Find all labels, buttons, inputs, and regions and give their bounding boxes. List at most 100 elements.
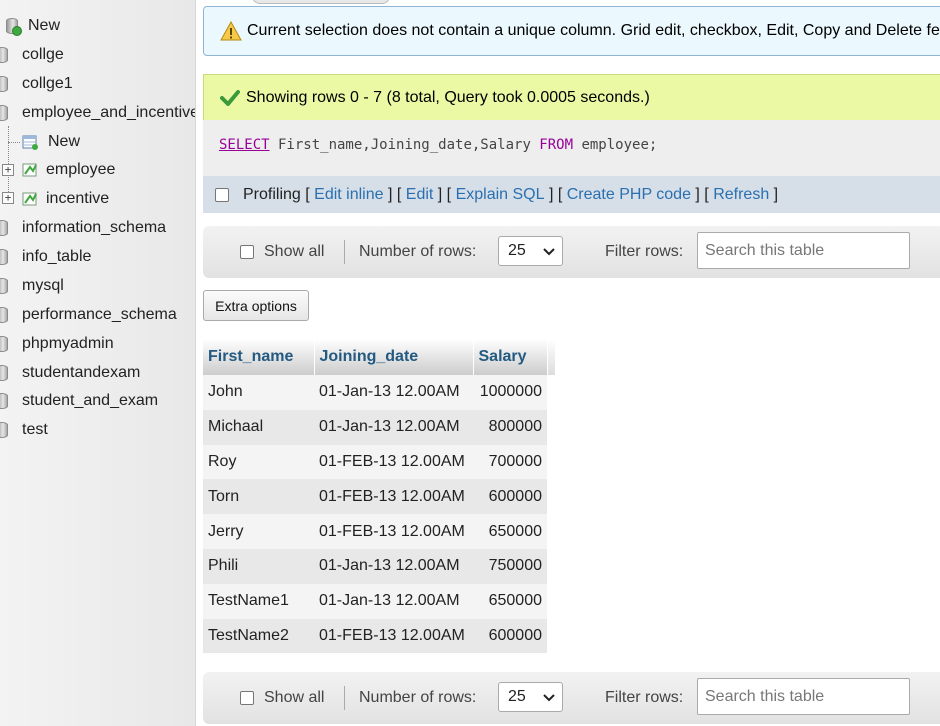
database-icon [0, 76, 8, 92]
show-all-checkbox[interactable] [240, 691, 254, 705]
table-row[interactable]: TestName2 01-FEB-13 12.00AM 600000 [203, 618, 555, 654]
header-end-cap [547, 339, 556, 375]
sidebar-item-db-test[interactable]: test [0, 417, 48, 443]
sidebar-item-db-performance-schema[interactable]: performance_schema [0, 302, 177, 328]
table-row[interactable]: Phili 01-Jan-13 12.00AM 750000 [203, 548, 555, 584]
sql-select-keyword-link[interactable]: SELECT [219, 137, 270, 153]
sidebar-item-new-table[interactable]: New [22, 129, 80, 155]
sidebar-item-db-info-table[interactable]: info_table [0, 244, 91, 270]
database-icon [0, 393, 8, 409]
table-cell-joining-date[interactable]: 01-FEB-13 12.00AM [314, 618, 473, 654]
row-end-cap [547, 479, 555, 515]
edit-inline-link[interactable]: Edit inline [314, 186, 383, 204]
results-navigation-top: Show all Number of rows: 25 Filter rows:… [203, 226, 940, 278]
table-cell-salary[interactable]: 650000 [473, 514, 547, 549]
sidebar-item-db-information-schema[interactable]: information_schema [0, 215, 166, 241]
table-row[interactable]: TestName1 01-Jan-13 12.00AM 650000 [203, 583, 555, 619]
sql-query-display[interactable]: SELECT First_name,Joining_date,Salary FR… [203, 120, 940, 176]
bracket: ] [ [544, 185, 567, 203]
table-cell-salary[interactable]: 1000000 [473, 375, 547, 410]
table-cell-salary[interactable]: 750000 [473, 548, 547, 584]
sidebar-item-db-studentandexam[interactable]: studentandexam [0, 360, 140, 386]
sidebar-item-db-collge1[interactable]: collge1 [0, 71, 73, 97]
table-cell-joining-date[interactable]: 01-Jan-13 12.00AM [314, 375, 473, 410]
show-all-checkbox[interactable] [240, 245, 254, 259]
sidebar-item-db-phpmyadmin[interactable]: phpmyadmin [0, 331, 114, 357]
database-icon [0, 47, 8, 63]
top-tab-edge [252, 0, 390, 4]
table-cell-salary[interactable]: 600000 [473, 479, 547, 515]
profiling-label: Profiling [243, 185, 301, 203]
sidebar-item-db-mysql[interactable]: mysql [0, 273, 64, 299]
sidebar-item-label: info_table [22, 248, 92, 265]
show-all-control[interactable]: Show all [240, 672, 324, 724]
rows-per-page-select[interactable]: 25 [498, 236, 563, 266]
table-cell-first-name[interactable]: TestName1 [203, 583, 314, 619]
filter-rows-input[interactable]: Search this table [697, 678, 910, 715]
table-cell-first-name[interactable]: Phili [203, 548, 314, 584]
sidebar-item-label: performance_schema [22, 306, 177, 323]
bracket: ] [ [433, 185, 456, 203]
table-cell-first-name[interactable]: Michaal [203, 409, 314, 445]
table-row[interactable]: Torn 01-FEB-13 12.00AM 600000 [203, 479, 555, 515]
sidebar-item-db-student-and-exam[interactable]: student_and_exam [0, 388, 158, 414]
bracket: ] [ [690, 185, 714, 203]
divider [344, 686, 345, 710]
table-cell-joining-date[interactable]: 01-FEB-13 12.00AM [314, 514, 473, 549]
table-cell-joining-date[interactable]: 01-Jan-13 12.00AM [314, 548, 473, 584]
table-cell-salary[interactable]: 650000 [473, 583, 547, 619]
table-cell-first-name[interactable]: Jerry [203, 514, 314, 549]
row-end-cap [547, 618, 555, 654]
database-icon [0, 278, 8, 294]
edit-link[interactable]: Edit [406, 186, 434, 204]
sidebar-item-db-collge[interactable]: collge [0, 42, 64, 68]
database-icon [0, 249, 8, 265]
table-row[interactable]: Roy 01-FEB-13 12.00AM 700000 [203, 444, 555, 480]
sidebar-item-label: information_schema [22, 219, 167, 236]
table-cell-first-name[interactable]: TestName2 [203, 618, 314, 654]
table-cell-salary[interactable]: 600000 [473, 618, 547, 654]
table-cell-joining-date[interactable]: 01-FEB-13 12.00AM [314, 444, 473, 480]
sidebar-item-table-incentive[interactable]: incentive [22, 186, 109, 212]
expand-incentive-icon[interactable]: + [2, 192, 14, 204]
filter-rows-input[interactable]: Search this table [697, 232, 910, 269]
column-header-salary[interactable]: Salary [473, 339, 548, 375]
table-cell-first-name[interactable]: Torn [203, 479, 314, 515]
table-cell-joining-date[interactable]: 01-Jan-13 12.00AM [314, 409, 473, 445]
expand-employee-icon[interactable]: + [2, 164, 14, 176]
column-header-joining-date[interactable]: Joining_date [314, 339, 474, 375]
results-body: John 01-Jan-13 12.00AM 1000000 Michaal 01-Ja… [203, 375, 555, 654]
show-all-label: Show all [264, 689, 325, 706]
show-all-control[interactable]: Show all [240, 226, 324, 278]
rows-per-page-select[interactable]: 25 [498, 682, 563, 712]
sql-columns: First_name,Joining_date,Salary [269, 137, 540, 153]
warning-icon [220, 21, 242, 41]
table-cell-salary[interactable]: 700000 [473, 444, 547, 480]
extra-options-button[interactable]: Extra options [203, 290, 309, 321]
row-end-cap [547, 514, 555, 549]
new-table-icon [22, 135, 38, 150]
filter-rows-label: Filter rows: [605, 243, 684, 260]
database-icon [0, 365, 8, 381]
sidebar-item-new-database[interactable]: New [6, 13, 60, 39]
table-row[interactable]: Michaal 01-Jan-13 12.00AM 800000 [203, 409, 555, 445]
explain-sql-link[interactable]: Explain SQL [456, 186, 545, 204]
sql-from-keyword: FROM [539, 137, 574, 153]
table-cell-first-name[interactable]: Roy [203, 444, 314, 480]
table-cell-salary[interactable]: 800000 [473, 409, 547, 445]
table-row[interactable]: John 01-Jan-13 12.00AM 1000000 [203, 375, 555, 410]
main-content: Current selection does not contain a uni… [196, 0, 940, 726]
sidebar-item-label: employee_and_incentive [22, 104, 196, 121]
profiling-checkbox[interactable] [215, 187, 229, 202]
new-database-icon [6, 18, 22, 36]
sidebar-item-db-employee-and-incentive[interactable]: employee_and_incentive [0, 100, 196, 126]
table-cell-first-name[interactable]: John [203, 375, 314, 410]
refresh-link[interactable]: Refresh [713, 186, 769, 204]
table-row[interactable]: Jerry 01-FEB-13 12.00AM 650000 [203, 514, 555, 549]
table-cell-joining-date[interactable]: 01-Jan-13 12.00AM [314, 583, 473, 619]
sidebar-item-table-employee[interactable]: employee [22, 157, 115, 183]
create-php-code-link[interactable]: Create PHP code [567, 186, 691, 204]
column-header-first-name[interactable]: First_name [203, 339, 315, 375]
table-cell-joining-date[interactable]: 01-FEB-13 12.00AM [314, 479, 473, 515]
bracket: ] [ [383, 185, 406, 203]
